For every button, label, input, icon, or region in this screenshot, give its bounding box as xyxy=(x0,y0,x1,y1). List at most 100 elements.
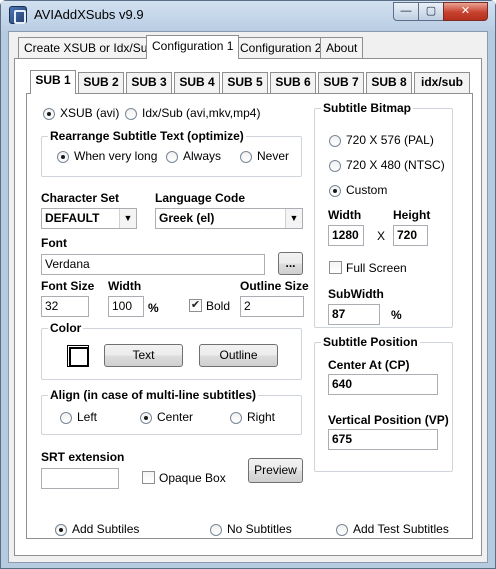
width-unit: % xyxy=(148,301,159,315)
minimize-button[interactable]: — xyxy=(393,2,419,21)
center-at-input[interactable]: 640 xyxy=(328,374,438,395)
align-left-radio[interactable] xyxy=(60,412,72,424)
subtitle-position-group: Subtitle Position Center At (CP) 640 Ver… xyxy=(314,335,453,472)
rearrange-never-label: Never xyxy=(257,149,290,163)
font-size-label: Font Size xyxy=(41,279,95,293)
tab-configuration-1[interactable]: Configuration 1 xyxy=(146,35,240,59)
opaque-box-label: Opaque Box xyxy=(159,471,226,485)
add-subtitles-radio-checked[interactable] xyxy=(55,524,67,536)
subwidth-unit: % xyxy=(391,308,402,322)
tab-about[interactable]: About xyxy=(320,37,364,59)
srt-extension-input[interactable] xyxy=(41,468,119,489)
language-select[interactable]: Greek (el) ▼ xyxy=(155,208,303,229)
font-input[interactable]: Verdana xyxy=(41,254,265,275)
maximize-button[interactable]: ▢ xyxy=(418,2,444,21)
color-swatch[interactable] xyxy=(67,345,89,367)
bitmap-width-label: Width xyxy=(328,208,362,222)
width-input[interactable]: 100 xyxy=(108,296,144,317)
srt-extension-label: SRT extension xyxy=(41,450,125,464)
sub1-panel: XSUB (avi) Idx/Sub (avi,mkv,mp4) Rearran… xyxy=(26,93,473,539)
subtab-sub3[interactable]: SUB 3 xyxy=(126,72,172,93)
subtab-sub2[interactable]: SUB 2 xyxy=(78,72,124,93)
subwidth-input[interactable]: 87 xyxy=(328,304,380,325)
add-test-subtitles-label: Add Test Subtitles xyxy=(353,522,449,536)
color-title: Color xyxy=(48,321,84,335)
preview-button[interactable]: Preview xyxy=(248,458,303,483)
app-window: AVIAddXSubs v9.9 — ▢ ✕ Create XSUB or Id… xyxy=(0,0,496,569)
bitmap-custom-label: Custom xyxy=(346,183,388,197)
bold-checkbox[interactable]: ✔ xyxy=(189,299,202,312)
full-screen-label: Full Screen xyxy=(346,261,407,275)
bitmap-width-input[interactable]: 1280 xyxy=(328,225,364,246)
subtab-sub5[interactable]: SUB 5 xyxy=(222,72,268,93)
title-bar[interactable]: AVIAddXSubs v9.9 — ▢ ✕ xyxy=(1,1,495,30)
bitmap-custom-radio[interactable] xyxy=(329,185,341,197)
subtab-sub4[interactable]: SUB 4 xyxy=(174,72,220,93)
bitmap-pal-radio[interactable] xyxy=(329,135,341,147)
xsub-radio[interactable] xyxy=(43,108,55,120)
font-browse-button[interactable]: ... xyxy=(278,252,303,275)
no-subtitles-label: No Subtitles xyxy=(227,522,292,536)
vertical-position-input[interactable]: 675 xyxy=(328,429,438,450)
idxsub-radio[interactable] xyxy=(125,108,137,120)
window-title: AVIAddXSubs v9.9 xyxy=(34,7,144,22)
client-area: Create XSUB or Idx/Sub Configuration 1 C… xyxy=(8,31,488,563)
rearrange-when-long-radio[interactable] xyxy=(57,151,69,163)
align-title: Align (in case of multi-line subtitles) xyxy=(48,388,259,402)
outline-size-label: Outline Size xyxy=(240,279,309,293)
outline-size-input[interactable]: 2 xyxy=(240,296,304,317)
subtitle-bitmap-title: Subtitle Bitmap xyxy=(321,101,414,115)
bitmap-height-label: Height xyxy=(393,208,431,222)
bitmap-x-label: X xyxy=(377,229,386,243)
align-right-radio[interactable] xyxy=(230,412,242,424)
app-icon xyxy=(9,6,27,24)
opaque-box-checkbox[interactable] xyxy=(142,471,155,484)
tab-create[interactable]: Create XSUB or Idx/Sub xyxy=(18,37,161,59)
language-label: Language Code xyxy=(155,191,246,205)
close-button[interactable]: ✕ xyxy=(443,2,488,21)
charset-select[interactable]: DEFAULT ▼ xyxy=(41,208,137,229)
vertical-position-label: Vertical Position (VP) xyxy=(328,413,449,427)
idxsub-label: Idx/Sub (avi,mkv,mp4) xyxy=(142,106,261,120)
subtab-sub1[interactable]: SUB 1 xyxy=(30,70,76,94)
bitmap-ntsc-label: 720 X 480 (NTSC) xyxy=(346,158,445,172)
outline-color-button[interactable]: Outline xyxy=(199,344,278,367)
bitmap-ntsc-radio[interactable] xyxy=(329,160,341,172)
chevron-down-icon: ▼ xyxy=(119,209,136,228)
bold-label: Bold xyxy=(206,299,231,313)
font-label: Font xyxy=(41,236,67,250)
width-label: Width xyxy=(108,279,142,293)
text-color-button[interactable]: Text xyxy=(104,344,183,367)
full-screen-checkbox[interactable] xyxy=(329,261,342,274)
configuration-panel: SUB 1 SUB 2 SUB 3 SUB 4 SUB 5 SUB 6 SUB … xyxy=(14,58,482,556)
align-right-label: Right xyxy=(247,410,276,424)
language-value: Greek (el) xyxy=(159,211,215,225)
bitmap-pal-label: 720 X 576 (PAL) xyxy=(346,133,434,147)
rearrange-never-radio[interactable] xyxy=(240,151,252,163)
color-group: Color Text Outline xyxy=(41,321,302,380)
rearrange-title: Rearrange Subtitle Text (optimize) xyxy=(48,129,246,143)
align-center-label: Center xyxy=(157,410,194,424)
subtab-sub8[interactable]: SUB 8 xyxy=(366,72,412,93)
chevron-down-icon: ▼ xyxy=(285,209,302,228)
charset-value: DEFAULT xyxy=(45,211,100,225)
align-center-radio[interactable] xyxy=(140,412,152,424)
rearrange-group: Rearrange Subtitle Text (optimize) When … xyxy=(41,129,302,177)
tab-configuration-2[interactable]: Configuration 2 xyxy=(234,37,328,59)
no-subtitles-radio[interactable] xyxy=(210,524,222,536)
align-group: Align (in case of multi-line subtitles) … xyxy=(41,388,302,435)
subtab-sub6[interactable]: SUB 6 xyxy=(270,72,316,93)
font-size-input[interactable]: 32 xyxy=(41,296,89,317)
rearrange-always-radio[interactable] xyxy=(166,151,178,163)
rearrange-when-long-label: When very long xyxy=(74,149,158,163)
subtitle-bitmap-group: Subtitle Bitmap 720 X 576 (PAL) 720 X 48… xyxy=(314,101,453,328)
subtitle-position-title: Subtitle Position xyxy=(321,335,420,349)
add-test-subtitles-radio[interactable] xyxy=(336,524,348,536)
charset-label: Character Set xyxy=(41,191,120,205)
subtab-idxsub[interactable]: idx/sub xyxy=(414,72,470,93)
xsub-label: XSUB (avi) xyxy=(60,106,120,120)
subwidth-label: SubWidth xyxy=(328,287,384,301)
add-subtitles-label: Add Subtiles xyxy=(72,522,140,536)
bitmap-height-input[interactable]: 720 xyxy=(393,225,428,246)
subtab-sub7[interactable]: SUB 7 xyxy=(318,72,364,93)
